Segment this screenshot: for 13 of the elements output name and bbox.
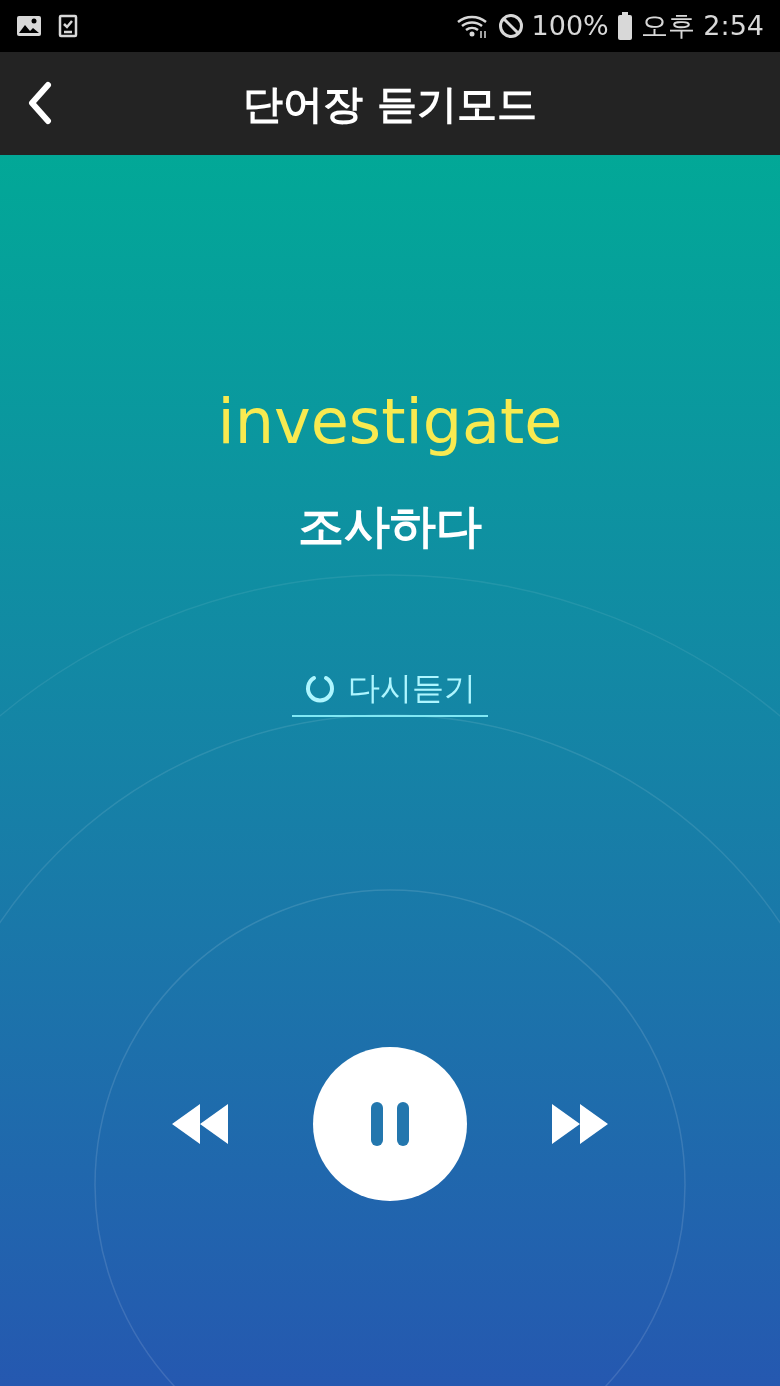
screen-title: 단어장 듣기모드 — [243, 79, 537, 129]
battery-icon — [616, 12, 633, 40]
fast-forward-icon — [552, 1102, 610, 1146]
replay-button[interactable]: 다시듣기 — [292, 669, 488, 717]
image-icon — [16, 15, 42, 37]
battery-percent: 100% — [531, 8, 609, 43]
back-icon — [26, 81, 54, 125]
clock: 오후 2:54 — [640, 8, 764, 43]
blocked-icon — [497, 13, 524, 39]
rewind-icon — [170, 1102, 228, 1146]
pause-icon — [369, 1100, 411, 1148]
korean-meaning: 조사하다 — [298, 503, 482, 549]
clipboard-check-icon — [58, 14, 78, 38]
